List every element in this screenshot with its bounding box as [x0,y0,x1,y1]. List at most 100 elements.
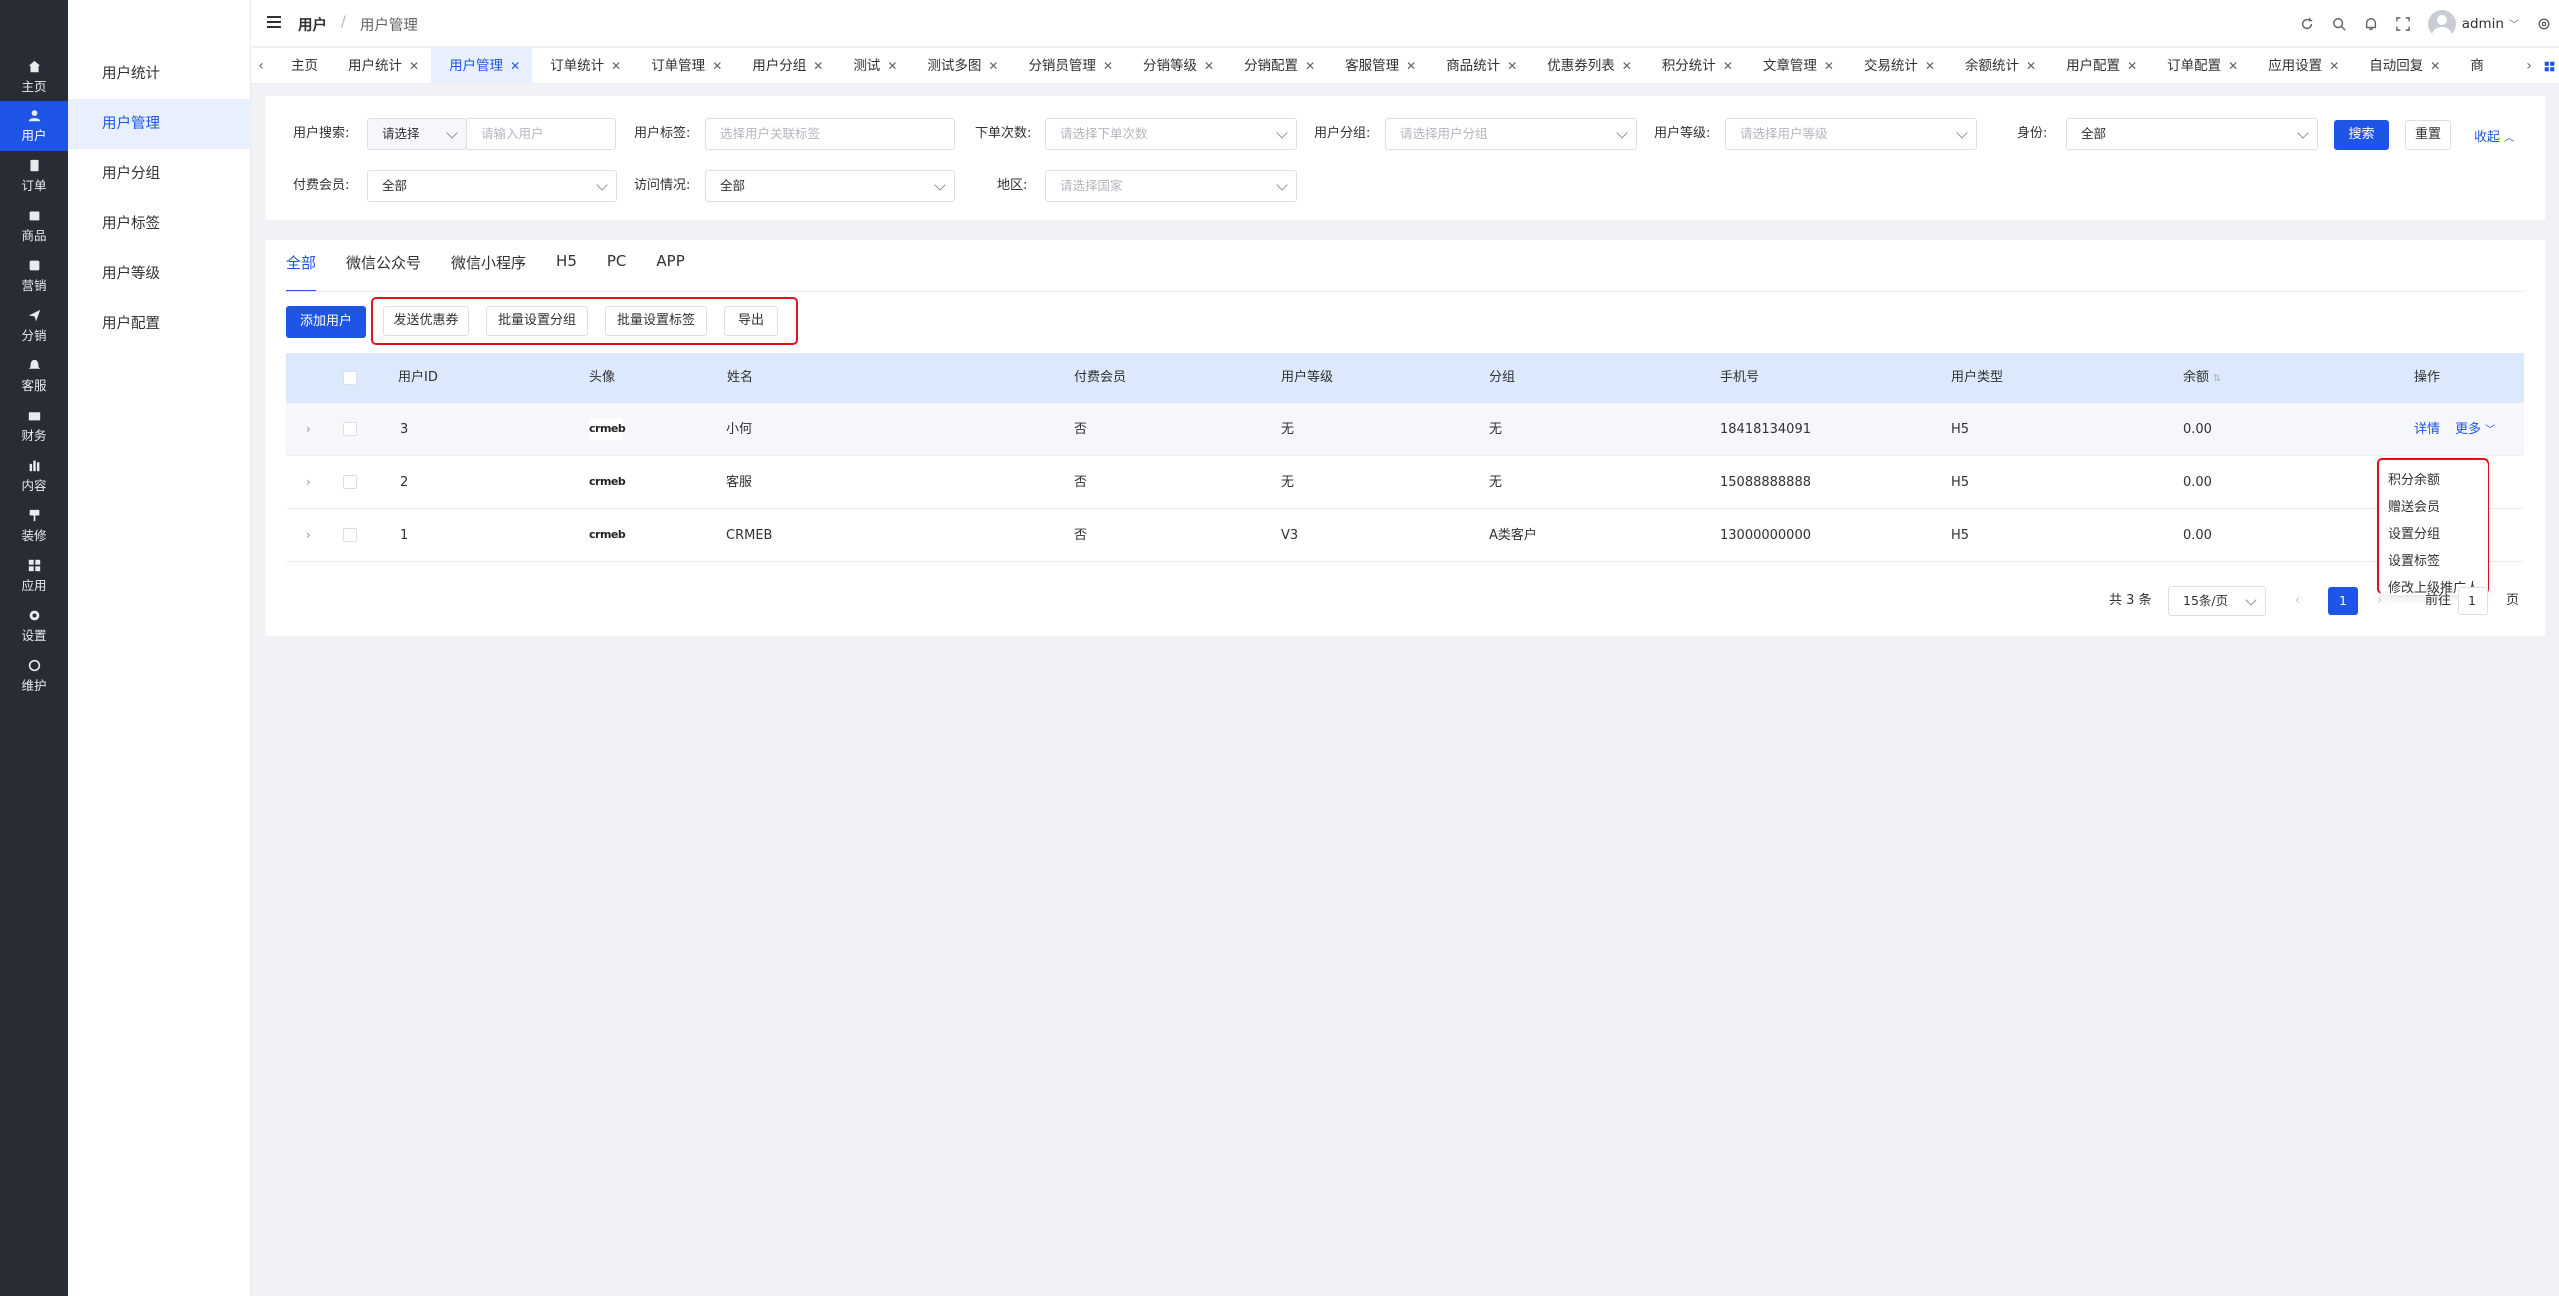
tag-select[interactable]: 选择用户关联标签 [705,118,955,150]
tab-item[interactable]: 测试 ✕ [835,48,909,83]
close-icon[interactable]: ✕ [1103,59,1113,73]
tab-item[interactable]: 用户管理 ✕ [431,48,533,83]
menu-item-gift-membership[interactable]: 赠送会员 [2388,498,2440,518]
submenu-item-user-manage[interactable]: 用户管理 [68,99,251,149]
table-row[interactable]: › crmeb 3 小何 否 无 无 18418134091 H5 0.00 详情 更多 ﹀ [286,403,2524,456]
bell-icon[interactable] [2364,17,2378,31]
page-size-select[interactable]: 15条/页 [2168,586,2266,616]
tab-item[interactable]: 商品统计 ✕ [1428,48,1529,83]
detail-link[interactable]: 详情 [2414,403,2440,456]
tab-item[interactable]: 自动回复 ✕ [2351,48,2452,83]
identity-select[interactable]: 全部 [2066,118,2318,150]
menu-toggle-icon[interactable] [267,16,281,28]
breadcrumb-parent[interactable]: 用户 [298,14,327,35]
close-icon[interactable]: ✕ [1507,59,1517,73]
sidebar-item-apps[interactable]: 应用 [0,551,68,601]
search-type-select[interactable]: 请选择 [367,118,467,150]
row-checkbox[interactable] [343,528,357,542]
row-checkbox[interactable] [343,422,357,436]
tab-pc[interactable]: PC [607,252,627,292]
tab-item[interactable]: 用户统计 ✕ [330,48,431,83]
tab-wechat-mini[interactable]: 微信小程序 [451,252,526,292]
fullscreen-icon[interactable] [2395,16,2410,31]
close-icon[interactable]: ✕ [2228,59,2238,73]
group-select[interactable]: 请选择用户分组 [1385,118,1637,150]
sort-icon[interactable]: ⇅ [2213,374,2221,384]
submenu-item-user-stats[interactable]: 用户统计 [68,49,251,99]
orders-select[interactable]: 请选择下单次数 [1045,118,1297,150]
close-icon[interactable]: ✕ [1824,59,1834,73]
tab-h5[interactable]: H5 [556,252,577,292]
user-menu[interactable]: admin ﹀ [2462,16,2519,32]
more-link[interactable]: 更多 ﹀ [2455,403,2495,457]
close-icon[interactable]: ✕ [1622,59,1632,73]
avatar[interactable] [2427,9,2456,38]
tab-item[interactable]: 用户分组 ✕ [734,48,835,83]
expand-row-icon[interactable]: › [306,475,311,489]
sidebar-item-distribution[interactable]: 分销 [0,301,68,351]
close-icon[interactable]: ✕ [2127,59,2137,73]
tabs-scroll-left-icon[interactable]: ‹ [251,48,271,83]
batch-group-button[interactable]: 批量设置分组 [486,306,588,336]
close-icon[interactable]: ✕ [2026,59,2036,73]
visit-select[interactable]: 全部 [705,170,955,202]
close-icon[interactable]: ✕ [1925,59,1935,73]
close-icon[interactable]: ✕ [988,59,998,73]
sidebar-item-order[interactable]: 订单 [0,151,68,201]
close-icon[interactable]: ✕ [2430,59,2440,73]
goto-page-input[interactable]: 1 [2458,587,2488,615]
submenu-item-user-tag[interactable]: 用户标签 [68,199,251,249]
col-balance[interactable]: 余额 ⇅ [2183,353,2221,404]
close-icon[interactable]: ✕ [611,59,621,73]
add-user-button[interactable]: 添加用户 [286,306,366,338]
region-select[interactable]: 请选择国家 [1045,170,1297,202]
menu-item-points-balance[interactable]: 积分余额 [2388,471,2440,491]
tab-item[interactable]: 测试多图 ✕ [909,48,1010,83]
submenu-item-user-group[interactable]: 用户分组 [68,149,251,199]
paid-select[interactable]: 全部 [367,170,617,202]
sidebar-item-settings[interactable]: 设置 [0,601,68,651]
tab-item[interactable]: 客服管理 ✕ [1327,48,1428,83]
close-icon[interactable]: ✕ [1406,59,1416,73]
gear-icon[interactable] [2537,17,2551,31]
search-icon[interactable] [2332,17,2346,31]
collapse-link[interactable]: 收起 ︿ [2474,126,2514,145]
refresh-icon[interactable] [2300,17,2314,31]
submenu-item-user-config[interactable]: 用户配置 [68,299,251,349]
close-icon[interactable]: ✕ [510,59,520,73]
send-coupon-button[interactable]: 发送优惠券 [383,306,469,336]
tab-item[interactable]: 交易统计 ✕ [1846,48,1947,83]
sidebar-item-home[interactable]: 主页 [0,52,68,102]
select-all-checkbox[interactable] [343,371,357,385]
tab-item[interactable]: 订单管理 ✕ [633,48,734,83]
search-button[interactable]: 搜索 [2334,120,2389,150]
tab-item[interactable]: 分销配置 ✕ [1226,48,1327,83]
tab-item[interactable]: 积分统计 ✕ [1644,48,1745,83]
submenu-item-user-level[interactable]: 用户等级 [68,249,251,299]
tabs-grid-icon[interactable] [2539,48,2559,83]
reset-button[interactable]: 重置 [2405,120,2451,150]
page-1-button[interactable]: 1 [2328,587,2358,615]
tabs-scroll-right-icon[interactable]: › [2519,48,2539,83]
tab-item[interactable]: 优惠券列表 ✕ [1529,48,1644,83]
close-icon[interactable]: ✕ [1204,59,1214,73]
search-input[interactable]: 请输入用户 [466,118,616,150]
menu-item-set-tag[interactable]: 设置标签 [2388,552,2440,572]
tab-item[interactable]: 主页 [273,48,330,83]
sidebar-item-product[interactable]: 商品 [0,201,68,251]
tab-item[interactable]: 文章管理 ✕ [1745,48,1846,83]
tab-all[interactable]: 全部 [286,252,317,292]
tab-wechat-official[interactable]: 微信公众号 [346,252,421,292]
batch-tag-button[interactable]: 批量设置标签 [605,306,707,336]
expand-row-icon[interactable]: › [306,422,311,436]
close-icon[interactable]: ✕ [1305,59,1315,73]
close-icon[interactable]: ✕ [712,59,722,73]
table-row[interactable]: › crmeb 1 CRMEB 否 V3 A类客户 13000000000 H5 0.00 [286,509,2524,562]
tab-item[interactable]: 订单统计 ✕ [532,48,633,83]
sidebar-item-marketing[interactable]: 营销 [0,251,68,301]
sidebar-item-content[interactable]: 内容 [0,451,68,501]
close-icon[interactable]: ✕ [409,59,419,73]
expand-row-icon[interactable]: › [306,528,311,542]
sidebar-item-maintain[interactable]: 维护 [0,651,68,701]
menu-item-set-group[interactable]: 设置分组 [2388,525,2440,545]
